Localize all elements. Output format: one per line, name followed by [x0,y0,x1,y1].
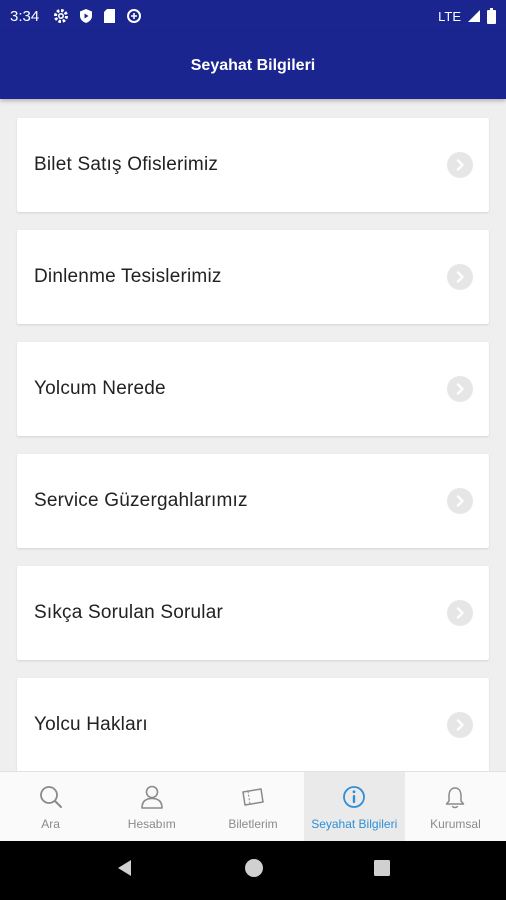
nav-tab-label: Kurumsal [430,817,481,831]
menu-item-label: Service Güzergahlarımız [34,490,248,511]
chevron-right-icon [447,264,473,290]
sd-card-icon [104,9,116,23]
menu-item-label: Sıkça Sorulan Sorular [34,602,224,623]
menu-list[interactable]: Bilet Satış Ofislerimiz Dinlenme Tesisle… [0,99,506,771]
menu-item-yolcum-nerede[interactable]: Yolcum Nerede [17,342,489,436]
chevron-right-icon [447,712,473,738]
nav-tab-ara[interactable]: Ara [0,772,101,842]
menu-item-yolcu-haklari[interactable]: Yolcu Hakları [17,678,489,771]
menu-item-bilet-satis-ofislerimiz[interactable]: Bilet Satış Ofislerimiz [17,118,489,212]
chevron-right-icon [447,152,473,178]
network-type: LTE [438,8,461,24]
menu-item-dinlenme-tesislerimiz[interactable]: Dinlenme Tesislerimiz [17,230,489,324]
menu-item-label: Yolcu Hakları [34,714,148,735]
ticket-icon [241,783,265,811]
system-navigation-bar [0,841,506,900]
bell-icon [444,783,466,811]
menu-item-label: Bilet Satış Ofislerimiz [34,154,219,175]
settings-gear-icon [54,9,69,23]
status-time: 3:34 [10,7,40,25]
back-button[interactable] [115,858,135,883]
recents-square-icon [374,860,391,876]
nav-tab-biletlerim[interactable]: Biletlerim [202,772,303,842]
nav-tab-seyahat-bilgileri[interactable]: Seyahat Bilgileri [303,772,405,842]
shield-play-icon [80,9,93,23]
data-saver-icon [127,9,142,23]
info-icon [342,783,366,811]
nav-tab-hesabim[interactable]: Hesabım [101,772,202,842]
nav-tab-kurumsal[interactable]: Kurumsal [405,772,506,842]
chevron-right-icon [447,600,473,626]
nav-tab-label: Hesabım [127,817,176,831]
nav-tab-label: Ara [41,817,60,831]
home-button[interactable] [244,858,264,883]
battery-icon [487,8,496,24]
user-icon [140,783,164,811]
search-icon [38,783,64,811]
recents-button[interactable] [373,859,391,882]
signal-icon [468,10,480,22]
menu-item-label: Dinlenme Tesislerimiz [34,266,222,287]
status-bar: 3:34 LTE [0,0,506,32]
chevron-right-icon [447,376,473,402]
menu-item-sikca-sorulan-sorular[interactable]: Sıkça Sorulan Sorular [17,566,489,660]
nav-tab-label: Seyahat Bilgileri [311,817,398,831]
page-title: Seyahat Bilgileri [190,56,316,74]
back-triangle-icon [117,860,131,876]
status-notification-icons [53,8,142,24]
chevron-right-icon [447,488,473,514]
home-circle-icon [244,859,263,877]
bottom-navigation: Ara Hesabım Biletlerim Seyahat Bilgileri… [0,771,506,842]
nav-tab-label: Biletlerim [228,817,278,831]
status-right-group: LTE [438,8,496,24]
menu-item-service-guzergahlarimiz[interactable]: Service Güzergahlarımız [17,454,489,548]
app-bar: Seyahat Bilgileri [0,32,506,99]
menu-item-label: Yolcum Nerede [34,378,166,399]
